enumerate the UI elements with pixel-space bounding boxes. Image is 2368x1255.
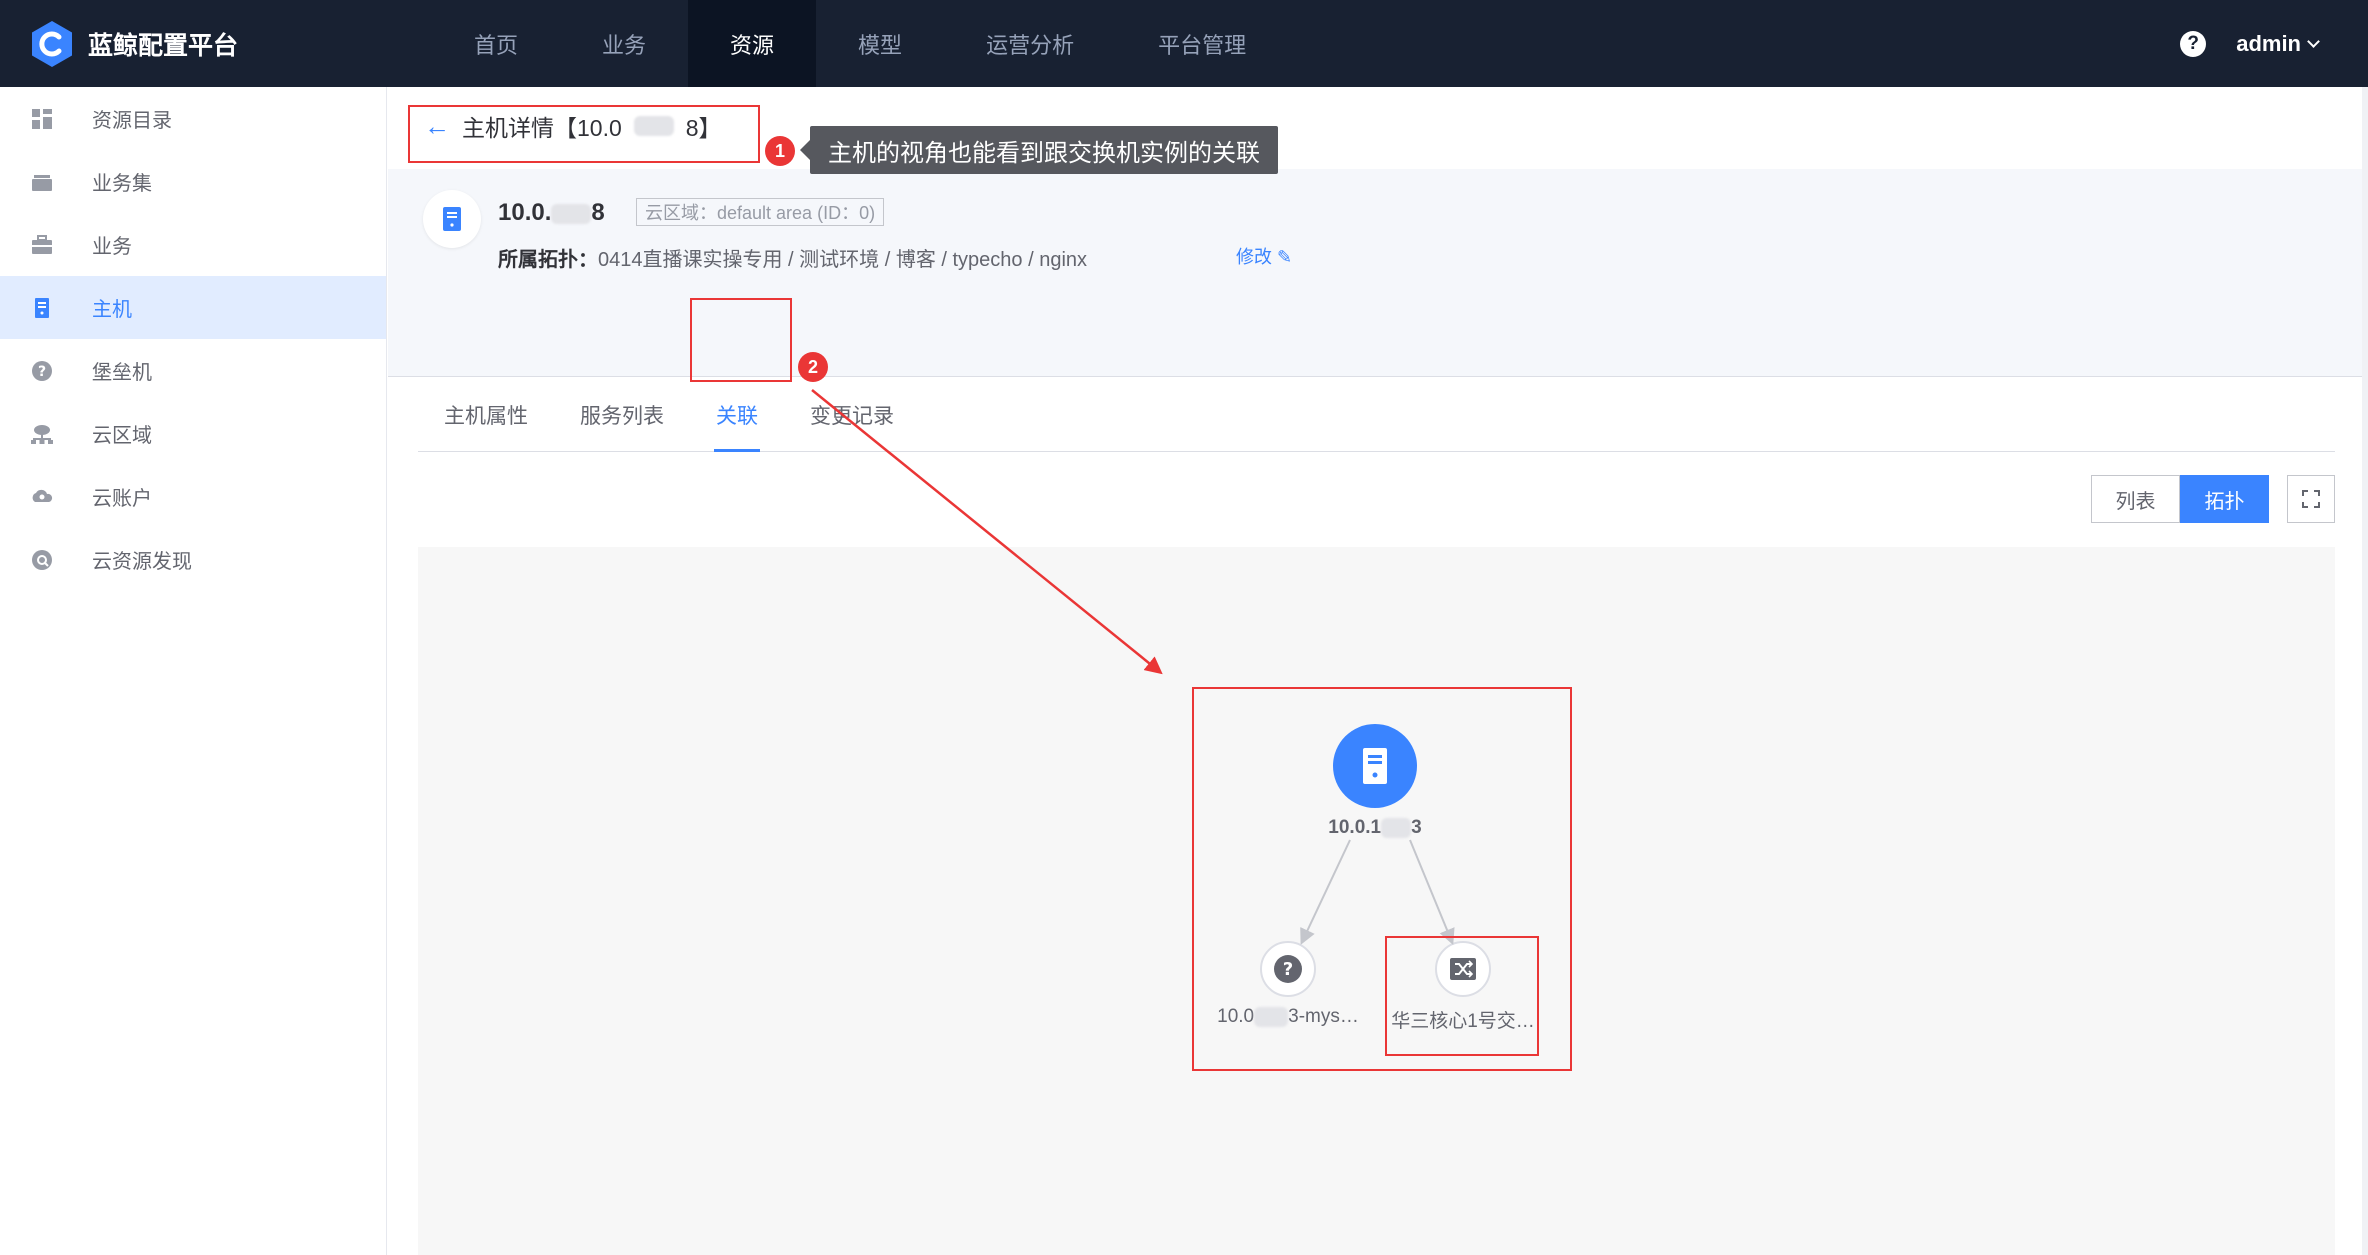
topology-path: 0414直播课实操专用 / 测试环境 / 博客 / typecho / ngin…	[598, 249, 1088, 271]
sidebar-item-label: 资源目录	[92, 110, 172, 132]
view-toggle: 列表 拓扑	[2091, 475, 2269, 523]
chevron-down-icon	[2307, 34, 2320, 48]
sidebar-item-label: 主机	[92, 299, 132, 321]
topology-label: 所属拓扑：	[498, 249, 598, 271]
sidebar-item-label: 云资源发现	[92, 551, 192, 573]
grid-icon	[30, 107, 54, 131]
main-nav: 首页 业务 资源 模型 运营分析 平台管理	[432, 0, 1288, 87]
logo[interactable]: 蓝鲸配置平台	[30, 20, 238, 68]
help-icon[interactable]: ?	[2180, 30, 2207, 57]
cloud-area-tag: 云区域：default area (ID：0)	[636, 198, 885, 226]
host-topology: 所属拓扑：0414直播课实操专用 / 测试环境 / 博客 / typecho /…	[498, 243, 1087, 272]
sidebar-item-bastion[interactable]: ? 堡垒机	[0, 339, 386, 402]
cloud-account-icon	[30, 485, 54, 509]
host-avatar	[423, 190, 481, 248]
host-icon	[443, 207, 461, 231]
annotation-tooltip: 主机的视角也能看到跟交换机实例的关联	[800, 126, 1278, 174]
user-menu[interactable]: admin	[2236, 30, 2320, 57]
question-circle-icon: ?	[30, 359, 54, 383]
sidebar-item-cloud-discover[interactable]: 云资源发现	[0, 528, 386, 591]
edit-label: 修改	[1236, 247, 1272, 267]
app-title: 蓝鲸配置平台	[88, 32, 239, 60]
list-view-button[interactable]: 列表	[2091, 475, 2180, 523]
sidebar: 资源目录 业务集 业务 主机 ? 堡垒机 云区域 云账户 云资源发现	[0, 87, 387, 1255]
bk-logo-icon	[32, 21, 72, 67]
sidebar-item-label: 业务集	[92, 173, 152, 195]
detail-tabs: 主机属性 服务列表 关联 变更记录	[418, 377, 2335, 452]
host-ip-suffix: 8	[591, 199, 605, 226]
host-summary: 10.0. 8 云区域：default area (ID：0) 所属拓扑：0414…	[388, 169, 2368, 377]
scrollbar[interactable]	[2362, 87, 2368, 1255]
discover-icon	[30, 548, 54, 572]
masked-text	[551, 203, 592, 224]
sidebar-item-host[interactable]: 主机	[0, 276, 386, 339]
briefcase-stack-icon	[30, 170, 54, 194]
host-ip: 10.0. 8	[498, 199, 605, 227]
nav-resource[interactable]: 资源	[688, 0, 817, 87]
sidebar-item-business-set[interactable]: 业务集	[0, 150, 386, 213]
nav-home[interactable]: 首页	[432, 0, 560, 87]
nav-platform-admin[interactable]: 平台管理	[1116, 0, 1288, 87]
sidebar-item-label: 云区域	[92, 425, 152, 447]
tab-change-log[interactable]: 变更记录	[784, 377, 920, 452]
svg-text:?: ?	[38, 364, 46, 380]
annotation-badge-2: 2	[798, 352, 828, 382]
topo-view-button[interactable]: 拓扑	[2180, 475, 2269, 523]
host-icon	[30, 296, 54, 320]
tab-association[interactable]: 关联	[690, 377, 784, 452]
nav-business[interactable]: 业务	[560, 0, 688, 87]
tab-host-attributes[interactable]: 主机属性	[418, 377, 554, 452]
pencil-icon: ✎	[1277, 247, 1293, 267]
main-content: ← 主机详情【10.0 8】 10.0. 8 云区域：default area (I…	[388, 87, 2368, 1255]
sidebar-item-label: 堡垒机	[92, 362, 152, 384]
sidebar-item-label: 云账户	[92, 488, 152, 510]
nav-analysis[interactable]: 运营分析	[944, 0, 1116, 87]
annotation-box-switch	[1385, 936, 1539, 1056]
annotation-badge-1: 1	[765, 136, 795, 166]
sidebar-item-label: 业务	[92, 236, 132, 258]
sidebar-item-cloud-area[interactable]: 云区域	[0, 402, 386, 465]
sidebar-item-resource-catalog[interactable]: 资源目录	[0, 87, 386, 150]
top-navbar: 蓝鲸配置平台 首页 业务 资源 模型 运营分析 平台管理 ? admin	[0, 0, 2368, 87]
tab-service-list[interactable]: 服务列表	[554, 377, 690, 452]
host-ip-prefix: 10.0.	[498, 199, 552, 226]
edit-topology-link[interactable]: 修改 ✎	[1236, 243, 1292, 269]
nav-model[interactable]: 模型	[816, 0, 944, 87]
annotation-box-tab	[690, 298, 792, 382]
fullscreen-icon	[2302, 490, 2320, 508]
briefcase-icon	[30, 233, 54, 257]
sidebar-item-business[interactable]: 业务	[0, 213, 386, 276]
annotation-box-title	[408, 105, 760, 163]
sidebar-item-cloud-account[interactable]: 云账户	[0, 465, 386, 528]
fullscreen-button[interactable]	[2287, 475, 2335, 523]
cloud-network-icon	[30, 422, 54, 446]
top-right-area: ? admin	[2180, 0, 2320, 87]
user-name: admin	[2236, 30, 2301, 56]
